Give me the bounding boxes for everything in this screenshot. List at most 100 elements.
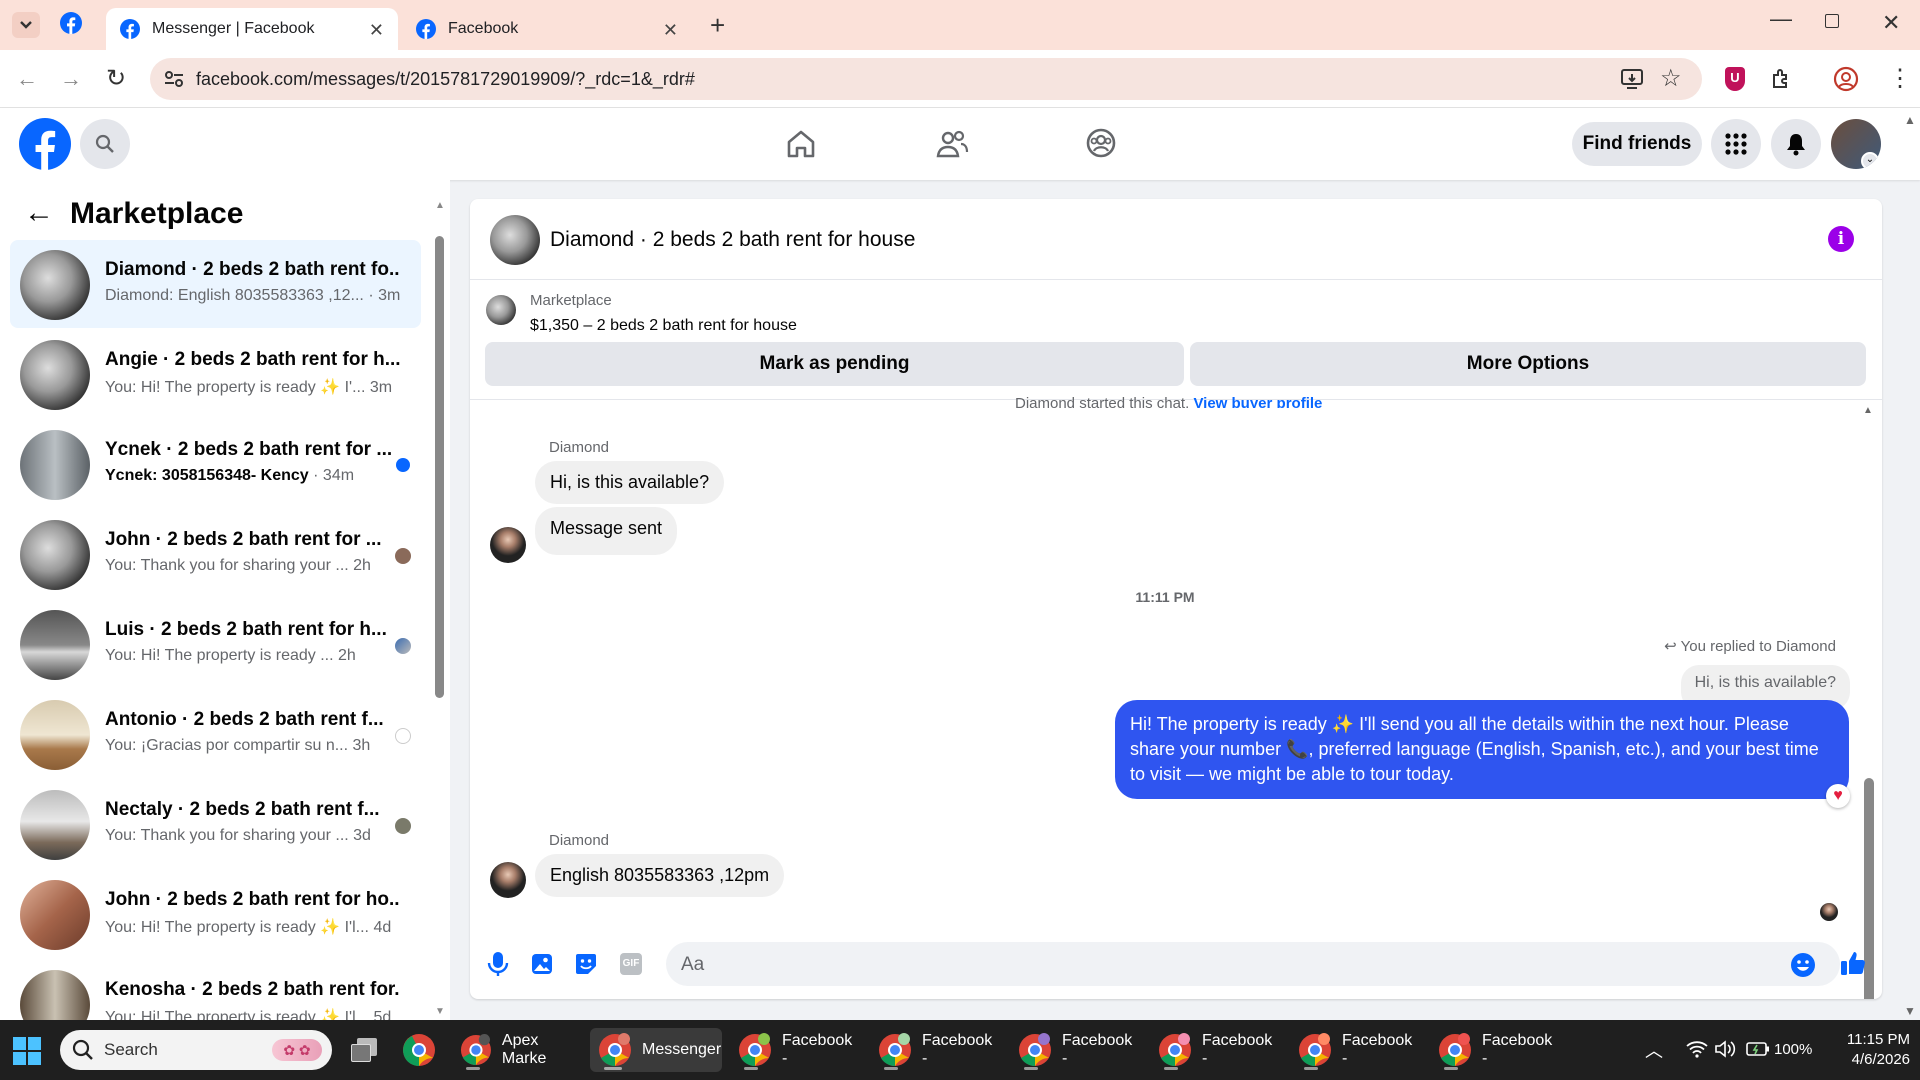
taskbar-search-label: Search [104,1040,158,1059]
tab-title: Messenger | Facebook [152,20,315,37]
incoming-message[interactable]: Hi, is this available? [535,461,725,504]
scroll-up-arrow-icon[interactable]: ▲ [435,200,445,211]
new-tab-button[interactable]: + [710,10,725,41]
info-icon[interactable]: i [1828,226,1854,252]
taskbar-app-messenger[interactable]: Messenger [590,1028,722,1072]
pinned-tab-facebook[interactable] [60,12,82,34]
conversation-item[interactable]: Nectaly · 2 beds 2 bath rent f... You: T… [10,780,421,868]
conversation-item[interactable]: Luis · 2 beds 2 bath rent for h... You: … [10,600,421,688]
grid-menu-icon [1725,133,1747,155]
heart-reaction-icon[interactable]: ♥ [1826,784,1850,808]
page-scroll-down-icon[interactable]: ▼ [1904,1004,1916,1018]
account-avatar[interactable]: ⌄ [1831,119,1881,169]
conversation-preview: You: Thank you for sharing your ... 2h [105,557,371,574]
conversation-item[interactable]: Antonio · 2 beds 2 bath rent f... You: ¡… [10,690,421,778]
outgoing-message[interactable]: Hi! The property is ready ✨ I'll send yo… [1115,700,1849,799]
close-window-button[interactable]: ✕ [1882,10,1900,36]
conversation-item[interactable]: Ycnek · 2 beds 2 bath rent for ... Ycnek… [10,420,421,508]
ublock-extension-icon[interactable]: U [1725,67,1745,91]
volume-icon[interactable] [1714,1040,1736,1058]
message-input[interactable]: Aa [666,942,1840,986]
listing-thumbnail [20,790,90,860]
conversation-item[interactable]: Diamond · 2 beds 2 bath rent fo... Diamo… [10,240,421,328]
sidebar-scrollbar[interactable]: ▲ ▼ [434,200,446,1020]
bookmark-star-icon[interactable]: ☆ [1660,64,1682,93]
conversation-name: Antonio · 2 beds 2 bath rent f... [105,709,384,730]
conversation-item[interactable]: Kenosha · 2 beds 2 bath rent for... You:… [10,960,421,1020]
site-settings-icon[interactable] [164,70,184,88]
thumbs-up-icon[interactable] [1839,949,1867,977]
clock[interactable]: 11:15 PM 4/6/2026 [1830,1030,1910,1070]
view-buyer-profile-link[interactable]: View buyer profile [1193,395,1322,408]
listing-avatar[interactable] [490,215,540,265]
chrome-profile-icon [1158,1033,1191,1066]
listing-title[interactable]: $1,350 – 2 beds 2 bath rent for house [530,317,797,335]
windows-start-icon[interactable] [13,1037,41,1065]
conversation-item[interactable]: Angie · 2 beds 2 bath rent for h... You:… [10,330,421,418]
taskbar-app-facebook[interactable]: Facebook - [1150,1028,1282,1072]
find-friends-button[interactable]: Find friends [1572,122,1702,166]
show-hidden-icons-chevron-icon[interactable]: ︿ [1645,1037,1663,1063]
menu-button[interactable] [1711,119,1761,169]
facebook-logo-icon[interactable] [19,118,71,170]
more-options-button[interactable]: More Options [1190,342,1866,386]
incoming-message[interactable]: Message sent [535,507,678,555]
scroll-down-arrow-icon[interactable]: ▼ [435,1006,445,1017]
install-app-icon[interactable] [1620,68,1644,90]
taskbar-app-facebook[interactable]: Facebook - [1430,1028,1562,1072]
scroll-up-arrow-icon[interactable]: ▲ [1863,405,1873,416]
home-icon[interactable] [785,128,817,160]
notifications-button[interactable] [1771,119,1821,169]
omnibox[interactable]: facebook.com/messages/t/2015781729019909… [150,58,1702,100]
browser-tab-bar: Messenger | Facebook ✕ Facebook ✕ + — ✕ [0,0,1920,50]
conversation-item[interactable]: John · 2 beds 2 bath rent for ... You: T… [10,510,421,598]
scrollbar-thumb[interactable] [435,236,444,698]
task-view-icon[interactable] [351,1038,377,1062]
page-scroll-up-icon[interactable]: ▲ [1904,113,1916,127]
tab-messenger[interactable]: Messenger | Facebook ✕ [106,8,398,50]
tab-search-button[interactable] [12,12,40,38]
mark-as-pending-button[interactable]: Mark as pending [485,342,1184,386]
chrome-profile-icon [1298,1033,1331,1066]
taskbar-app-facebook[interactable]: Facebook - [1290,1028,1422,1072]
profile-icon[interactable] [1833,66,1859,92]
taskbar-app-apex[interactable]: Apex Marke [452,1028,582,1072]
friends-icon[interactable] [935,128,969,160]
battery-icon[interactable] [1746,1041,1770,1057]
extensions-icon[interactable] [1770,67,1794,91]
wifi-icon[interactable] [1686,1040,1708,1058]
close-tab-icon[interactable]: ✕ [663,20,678,41]
reply-arrow-icon: ↩ [1664,638,1677,655]
search-button[interactable] [80,119,130,169]
marketplace-sidebar: ← Marketplace Diamond · 2 beds 2 bath re… [0,180,450,1020]
read-receipt-avatar [395,548,411,564]
chat-scrollbar[interactable]: ▲ ▼ [1862,405,1876,999]
emoji-icon[interactable] [1790,952,1816,978]
microphone-icon[interactable] [486,951,510,977]
back-arrow-icon[interactable]: ← [24,196,54,230]
back-icon[interactable]: ← [16,66,38,92]
reload-icon[interactable]: ↻ [106,64,126,93]
listing-thumbnail [20,610,90,680]
gif-icon[interactable]: GIF [620,953,642,975]
incoming-message[interactable]: English 8035583363 ,12pm [535,854,785,897]
conversation-name: Kenosha · 2 beds 2 bath rent for... [105,979,400,1000]
forward-icon[interactable]: → [60,66,82,92]
tab-facebook[interactable]: Facebook ✕ [402,8,692,50]
groups-icon[interactable] [1085,127,1117,159]
photo-icon[interactable] [530,952,554,976]
sender-avatar[interactable] [490,527,526,563]
chat-title[interactable]: Diamond · 2 beds 2 bath rent for house [550,228,915,252]
minimize-button[interactable]: — [1770,6,1792,32]
conversation-item[interactable]: John · 2 beds 2 bath rent for ho... You:… [10,870,421,958]
sticker-icon[interactable] [574,952,598,976]
sender-avatar[interactable] [490,862,526,898]
taskbar-search-box[interactable]: Search ✿ ✿ [60,1030,332,1070]
restore-button[interactable] [1825,14,1839,28]
taskbar-app-facebook[interactable]: Facebook - [1010,1028,1142,1072]
taskbar-app-facebook[interactable]: Facebook - [730,1028,862,1072]
taskbar-app-facebook[interactable]: Facebook - [870,1028,1002,1072]
browser-menu-icon[interactable]: ⋮ [1888,64,1912,93]
close-tab-icon[interactable]: ✕ [369,20,384,41]
chrome-icon[interactable] [402,1033,436,1067]
